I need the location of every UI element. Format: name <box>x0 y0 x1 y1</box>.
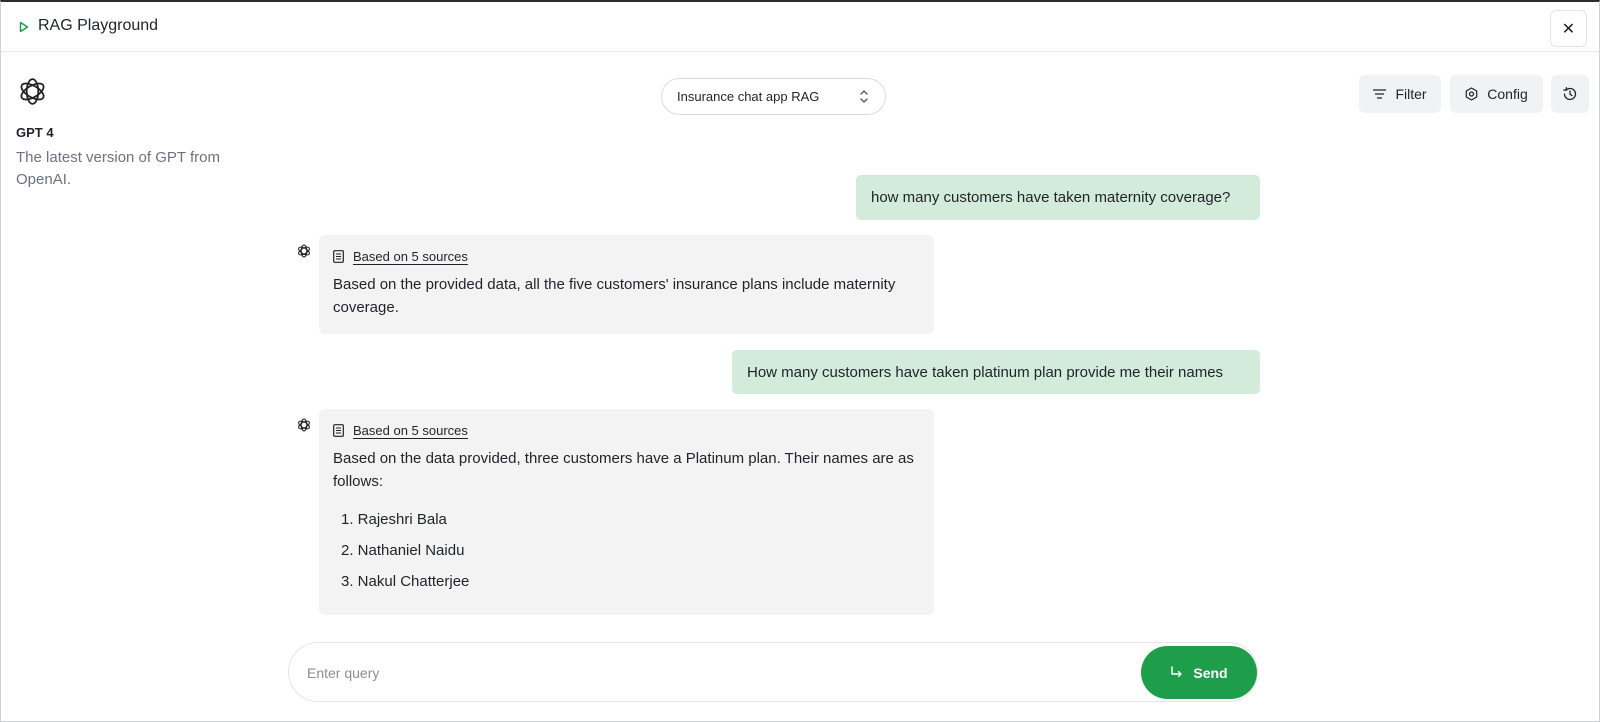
config-label: Config <box>1487 86 1528 102</box>
assistant-message-text: Based on the provided data, all the five… <box>333 276 896 316</box>
user-message: How many customers have taken platinum p… <box>732 350 1260 394</box>
project-select[interactable]: Insurance chat app RAG <box>661 78 886 115</box>
sources-link[interactable]: Based on 5 sources <box>333 247 920 265</box>
filter-label: Filter <box>1395 86 1427 102</box>
user-message: how many customers have taken maternity … <box>856 175 1260 220</box>
query-input[interactable] <box>307 663 1107 683</box>
title-bar: RAG Playground ✕ <box>1 2 1599 52</box>
history-button[interactable] <box>1551 75 1589 113</box>
filter-button[interactable]: Filter <box>1359 75 1441 113</box>
chevron-up-down-icon <box>860 90 868 103</box>
sources-label[interactable]: Based on 5 sources <box>353 423 468 438</box>
assistant-message: Based on 5 sources Based on the data pro… <box>319 409 934 615</box>
send-label: Send <box>1193 664 1228 681</box>
query-composer: Send <box>288 642 1258 702</box>
history-icon <box>1563 86 1577 101</box>
document-icon <box>333 423 344 437</box>
app-title: RAG Playground <box>38 17 159 34</box>
sources-link[interactable]: Based on 5 sources <box>333 421 920 439</box>
list-item: 1. Rajeshri Bala <box>341 511 447 528</box>
close-button[interactable]: ✕ <box>1550 10 1587 47</box>
enter-arrow-icon <box>1171 666 1183 678</box>
play-icon <box>19 21 29 33</box>
model-description: The latest version of GPT from OpenAI. <box>16 149 220 188</box>
assistant-message-text: Based on the data provided, three custom… <box>333 450 914 490</box>
rag-playground-window: RAG Playground ✕ GPT 4 The latest versio… <box>0 0 1600 722</box>
assistant-avatar-icon <box>298 244 310 258</box>
list-item: 3. Nakul Chatterjee <box>341 573 470 590</box>
filter-icon <box>1373 89 1387 99</box>
model-name: GPT 4 <box>16 125 54 140</box>
send-button[interactable]: Send <box>1141 646 1257 699</box>
customer-name-list: 1. Rajeshri Bala 2. Nathaniel Naidu 3. N… <box>333 511 920 591</box>
assistant-avatar-icon <box>298 418 310 432</box>
config-button[interactable]: Config <box>1450 75 1543 113</box>
close-icon: ✕ <box>1561 20 1576 38</box>
openai-logo-icon <box>20 78 45 105</box>
settings-icon <box>1465 87 1478 101</box>
assistant-message: Based on 5 sources Based on the provided… <box>319 235 934 334</box>
sources-label[interactable]: Based on 5 sources <box>353 249 468 264</box>
list-item: 2. Nathaniel Naidu <box>341 542 465 559</box>
project-select-value: Insurance chat app RAG <box>677 89 820 104</box>
document-icon <box>333 249 344 263</box>
